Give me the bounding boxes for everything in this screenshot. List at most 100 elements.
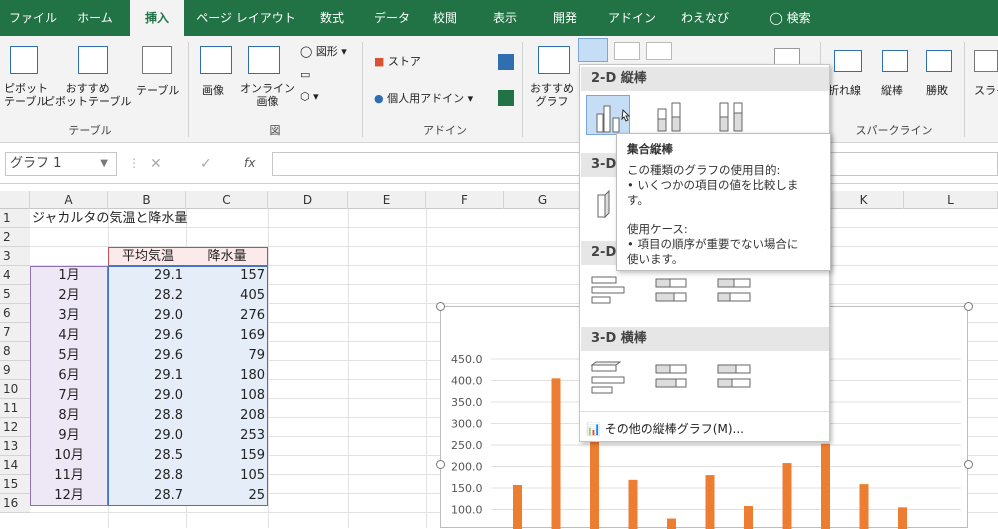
temp-cell[interactable]: 28.5 (108, 446, 186, 465)
chart-bar[interactable] (744, 506, 753, 529)
month-cell[interactable]: 7月 (30, 386, 108, 405)
100-stacked-column-option[interactable] (712, 95, 756, 135)
month-cell[interactable]: 2月 (30, 286, 108, 305)
column-header[interactable]: C (186, 191, 268, 209)
more-column-charts-item[interactable]: 📊 その他の縦棒グラフ(M)... (586, 419, 824, 439)
rain-cell[interactable]: 79 (186, 346, 268, 365)
rain-cell[interactable]: 180 (186, 366, 268, 385)
row-header[interactable]: 11 (0, 399, 30, 418)
temp-cell[interactable]: 29.0 (108, 306, 186, 325)
recommended-pivot-icon[interactable] (78, 46, 108, 74)
tab-developer[interactable]: 開発 (545, 0, 585, 36)
pivot-table-icon[interactable] (10, 46, 38, 74)
insert-function-icon[interactable]: fx (244, 156, 255, 170)
recommended-chart-button[interactable]: おすすめ グラフ (530, 82, 574, 108)
column-header[interactable]: L (904, 191, 998, 209)
row-header[interactable]: 7 (0, 323, 30, 342)
100-stacked-bar-option[interactable] (712, 271, 756, 311)
name-box[interactable]: グラフ 1 ▼ (5, 152, 117, 176)
sparkline-winloss-icon[interactable] (926, 50, 952, 72)
store-button[interactable]: ■ ストア (374, 55, 421, 68)
rain-cell[interactable]: 253 (186, 426, 268, 445)
chart-bar[interactable] (859, 484, 869, 529)
month-cell[interactable]: 11月 (30, 466, 108, 485)
column-header[interactable]: B (108, 191, 186, 209)
temp-cell[interactable]: 29.6 (108, 346, 186, 365)
rain-cell[interactable]: 169 (186, 326, 268, 345)
tab-formulas[interactable]: 数式 (312, 0, 352, 36)
column-header[interactable]: A (30, 191, 108, 209)
table-icon[interactable] (142, 46, 172, 74)
header-cell-rain[interactable]: 降水量 (186, 247, 268, 266)
temp-cell[interactable]: 29.1 (108, 366, 186, 385)
temp-cell[interactable]: 28.2 (108, 286, 186, 305)
month-cell[interactable]: 8月 (30, 406, 108, 425)
tab-search[interactable]: ◯ 検索 (755, 0, 825, 36)
temp-cell[interactable]: 28.7 (108, 486, 186, 505)
resize-handle[interactable] (964, 460, 973, 469)
sparkline-column-icon[interactable] (882, 50, 908, 72)
row-header[interactable]: 6 (0, 304, 30, 323)
month-cell[interactable]: 3月 (30, 306, 108, 325)
image-button[interactable]: 画像 (202, 84, 224, 97)
chevron-down-icon[interactable]: ▼ (100, 153, 108, 175)
temp-cell[interactable]: 29.1 (108, 266, 186, 285)
bing-maps-icon[interactable] (498, 54, 514, 70)
chart-bar[interactable] (590, 433, 599, 529)
chart-bar[interactable] (551, 378, 561, 529)
tab-view[interactable]: 表示 (485, 0, 525, 36)
month-cell[interactable]: 6月 (30, 366, 108, 385)
month-cell[interactable]: 5月 (30, 346, 108, 365)
column-header[interactable]: D (268, 191, 348, 209)
row-header[interactable]: 8 (0, 342, 30, 361)
recommended-chart-icon[interactable] (538, 46, 570, 74)
tab-review[interactable]: 校閲 (425, 0, 465, 36)
bar-chart-dropdown-button[interactable] (614, 42, 640, 60)
chart-bar[interactable] (513, 484, 522, 529)
enter-icon[interactable]: ✓ (200, 156, 212, 172)
row-header[interactable]: 10 (0, 380, 30, 399)
stacked-column-option[interactable] (650, 95, 694, 135)
month-cell[interactable]: 1月 (30, 266, 108, 285)
waterfall-chart-button[interactable] (646, 42, 672, 60)
rain-cell[interactable]: 157 (186, 266, 268, 285)
header-cell-temp[interactable]: 平均気温 (110, 247, 186, 266)
rain-cell[interactable]: 276 (186, 306, 268, 325)
row-header[interactable]: 16 (0, 494, 30, 513)
temp-cell[interactable]: 28.8 (108, 406, 186, 425)
rain-cell[interactable]: 105 (186, 466, 268, 485)
row-header[interactable]: 1 (0, 209, 30, 228)
month-cell[interactable]: 12月 (30, 486, 108, 505)
temp-cell[interactable]: 28.8 (108, 466, 186, 485)
shapes-button[interactable]: ◯ 図形 ▾ (300, 45, 347, 58)
row-header[interactable]: 15 (0, 475, 30, 494)
tab-home[interactable]: ホーム (70, 0, 120, 36)
chart-bar[interactable] (667, 518, 676, 529)
month-cell[interactable]: 10月 (30, 446, 108, 465)
column-header[interactable]: G (504, 191, 582, 209)
chart-bar[interactable] (821, 443, 830, 529)
cancel-icon[interactable]: ✕ (150, 156, 162, 172)
row-header[interactable]: 2 (0, 228, 30, 247)
recommended-pivot-button[interactable]: おすすめ ピボットテーブル (44, 82, 131, 108)
stacked-bar-option[interactable] (650, 271, 694, 311)
online-image-icon[interactable] (248, 46, 280, 74)
row-header[interactable]: 13 (0, 437, 30, 456)
tab-insert[interactable]: 挿入 (130, 0, 184, 36)
tab-data[interactable]: データ (370, 0, 414, 36)
3d-100-stacked-bar-option[interactable] (712, 357, 756, 397)
tab-file[interactable]: ファイル (8, 0, 58, 36)
online-image-button[interactable]: オンライン 画像 (240, 82, 295, 108)
row-header[interactable]: 5 (0, 285, 30, 304)
sheet-title-cell[interactable]: ジャカルタの気温と降水量 (32, 209, 187, 228)
rain-cell[interactable]: 405 (186, 286, 268, 305)
column-header[interactable]: K (824, 191, 904, 209)
icons-button[interactable]: ▭ (300, 68, 310, 81)
clustered-bar-option[interactable] (586, 271, 630, 311)
temp-cell[interactable]: 29.6 (108, 326, 186, 345)
rain-cell[interactable]: 159 (186, 446, 268, 465)
column-chart-dropdown-button[interactable] (578, 38, 608, 62)
chart-bar[interactable] (782, 463, 792, 529)
3d-stacked-bar-option[interactable] (650, 357, 694, 397)
tab-page-layout[interactable]: ページ レイアウト (196, 0, 296, 36)
